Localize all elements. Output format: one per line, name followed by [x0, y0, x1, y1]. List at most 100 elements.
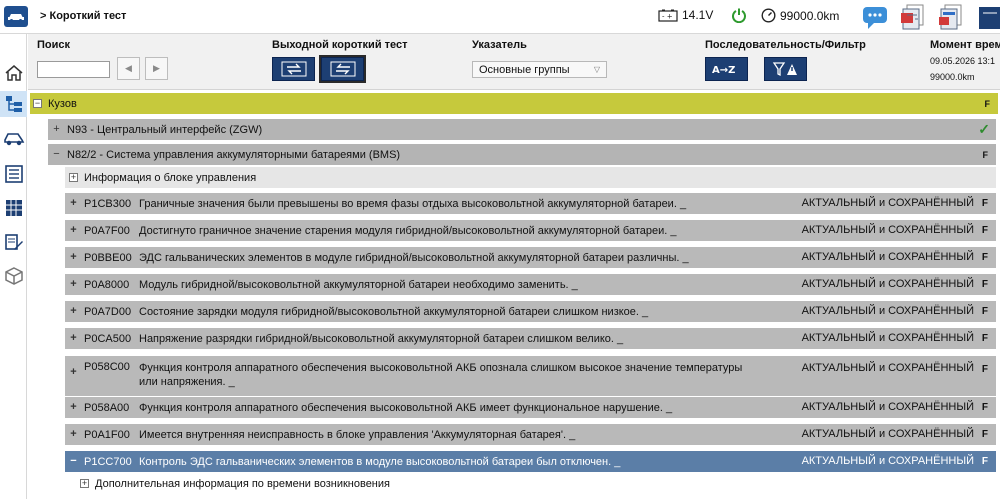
dtc-state: АКТУАЛЬНЫЙ и СОХРАНЁННЫЙ: [801, 305, 974, 317]
chevron-down-icon: ▽: [593, 65, 600, 74]
fault-flag: F: [981, 402, 988, 413]
voltage-value: 14.1V: [682, 8, 714, 22]
document-red-icon[interactable]: [899, 3, 927, 31]
voltage-status: - + 14.1V: [658, 8, 713, 22]
dtc-row[interactable]: + P0A1F00 Имеется внутренняя неисправнос…: [65, 424, 996, 445]
vehicle-button[interactable]: [4, 6, 28, 27]
svg-text:- +: - +: [662, 12, 673, 20]
list-icon: [4, 165, 23, 183]
expand-icon[interactable]: +: [69, 367, 78, 378]
sidebar-item-grid[interactable]: [0, 195, 27, 221]
page-title: > Короткий тест: [40, 10, 127, 22]
fault-flag: F: [981, 306, 988, 317]
tree-ecu-info[interactable]: + Информация о блоке управления: [65, 167, 996, 188]
svg-text:A→Z: A→Z: [712, 65, 735, 76]
sidebar-item-package[interactable]: [0, 263, 27, 289]
moment-odometer: 99000.0km: [930, 72, 975, 82]
dtc-row[interactable]: + P0A7D00 Состояние зарядки модуля гибри…: [65, 301, 996, 322]
sidebar-item-home[interactable]: [0, 60, 27, 86]
dtc-row[interactable]: + P058A00 Функция контроля аппаратного о…: [65, 397, 996, 418]
prev-button[interactable]: ◀: [117, 57, 140, 80]
dtc-code: P0CA500: [84, 332, 132, 345]
power-status: [731, 7, 747, 23]
sort-button[interactable]: A→Z: [705, 57, 748, 81]
sidebar-item-vehicle[interactable]: [0, 125, 27, 151]
tree-additional-info[interactable]: + Дополнительная информация по времени в…: [80, 473, 996, 494]
pointer-label: Указатель: [472, 39, 527, 51]
dtc-row[interactable]: + P058C00 Функция контроля аппаратного о…: [65, 356, 996, 396]
fault-flag: F: [981, 252, 988, 263]
sidebar-item-list[interactable]: [0, 161, 27, 187]
expand-icon[interactable]: +: [69, 333, 78, 344]
dtc-state: АКТУАЛЬНЫЙ и СОХРАНЁННЫЙ: [801, 332, 974, 344]
document-dark-icon[interactable]: [975, 3, 1000, 31]
expand-icon[interactable]: +: [69, 252, 78, 263]
dtc-row[interactable]: + P0BBE00 ЭДС гальванических элементов в…: [65, 247, 996, 268]
dtc-code: P0A7D00: [84, 305, 132, 318]
collapse-icon[interactable]: −: [33, 99, 42, 108]
transfer-left-icon: [330, 61, 355, 77]
group-label: Кузов: [48, 97, 77, 110]
pointer-select[interactable]: Основные группы ▽: [472, 61, 607, 78]
collapse-icon[interactable]: −: [69, 456, 78, 467]
chat-icon[interactable]: [861, 3, 889, 31]
sidebar-item-hierarchy[interactable]: [0, 91, 27, 117]
left-sidebar: [0, 34, 27, 499]
home-icon: [5, 65, 22, 81]
ecu-label: N82/2 - Система управления аккумуляторны…: [67, 148, 401, 161]
dtc-row[interactable]: + P0CA500 Напряжение разрядки гибридной/…: [65, 328, 996, 349]
output-print-button[interactable]: [319, 55, 366, 83]
dtc-code: P1CB300: [84, 197, 132, 210]
dtc-row-selected[interactable]: − P1CC700 Контроль ЭДС гальванических эл…: [65, 451, 996, 472]
search-label: Поиск: [37, 39, 71, 51]
expand-icon[interactable]: +: [69, 429, 78, 440]
expand-icon[interactable]: +: [69, 198, 78, 209]
document-blue-icon[interactable]: [937, 3, 965, 31]
output-screen-button[interactable]: [272, 57, 315, 81]
transfer-right-icon: [281, 61, 306, 77]
power-icon: [732, 8, 746, 23]
info-label: Информация о блоке управления: [84, 171, 257, 184]
tree-ecu-n93[interactable]: + N93 - Центральный интерфейс (ZGW) ✓: [48, 119, 996, 140]
dtc-state: АКТУАЛЬНЫЙ и СОХРАНЁННЫЙ: [801, 278, 974, 290]
expand-icon[interactable]: +: [69, 225, 78, 236]
car-side-icon: [3, 133, 24, 146]
fault-flag: F: [981, 364, 988, 375]
expand-icon[interactable]: +: [69, 306, 78, 317]
filter-button[interactable]: [764, 57, 807, 81]
fault-flag: F: [981, 456, 988, 467]
search-input[interactable]: [37, 61, 110, 78]
hierarchy-icon: [5, 96, 22, 112]
dtc-code: P0A8000: [84, 278, 130, 291]
expand-icon[interactable]: +: [80, 479, 89, 488]
expand-icon[interactable]: +: [69, 173, 78, 182]
next-button[interactable]: ▶: [145, 57, 168, 80]
dtc-row[interactable]: + P1CB300 Граничные значения были превыш…: [65, 193, 996, 214]
dtc-row[interactable]: + P0A8000 Модуль гибридной/высоковольтно…: [65, 274, 996, 295]
collapse-icon[interactable]: −: [52, 149, 61, 160]
moment-label: Момент врем: [930, 39, 1000, 51]
expand-icon[interactable]: +: [69, 279, 78, 290]
fault-tree: − Кузов F + N93 - Центральный интерфейс …: [28, 92, 1000, 499]
top-bar: > Короткий тест - + 14.1V 99000.0km: [0, 0, 1000, 34]
expand-icon[interactable]: +: [69, 402, 78, 413]
dtc-code: P058C00: [84, 361, 130, 373]
filter-panel: Поиск ◀ ▶ Выходной короткий тест Указате…: [28, 34, 1000, 90]
tree-ecu-n82[interactable]: − N82/2 - Система управления аккумулятор…: [48, 144, 996, 165]
dtc-row[interactable]: + P0A7F00 Достигнуто граничное значение …: [65, 220, 996, 241]
dtc-state: АКТУАЛЬНЫЙ и СОХРАНЁННЫЙ: [801, 455, 974, 467]
pointer-select-value: Основные группы: [479, 63, 570, 76]
dtc-code: P0A1F00: [84, 428, 130, 441]
sidebar-item-edit[interactable]: [0, 229, 27, 255]
car-icon: [8, 14, 24, 22]
fault-flag: F: [981, 333, 988, 344]
fault-flag: F: [981, 429, 988, 440]
additional-info-label: Дополнительная информация по времени воз…: [95, 477, 390, 490]
filter-icon: [772, 62, 797, 77]
dtc-code: P1CC700: [84, 455, 132, 468]
dtc-state: АКТУАЛЬНЫЙ и СОХРАНЁННЫЙ: [801, 428, 974, 440]
tree-group-body[interactable]: − Кузов F: [30, 93, 998, 114]
arrow-left-icon: ◀: [125, 63, 132, 73]
expand-icon[interactable]: +: [52, 124, 61, 135]
dtc-state: АКТУАЛЬНЫЙ и СОХРАНЁННЫЙ: [801, 224, 974, 236]
